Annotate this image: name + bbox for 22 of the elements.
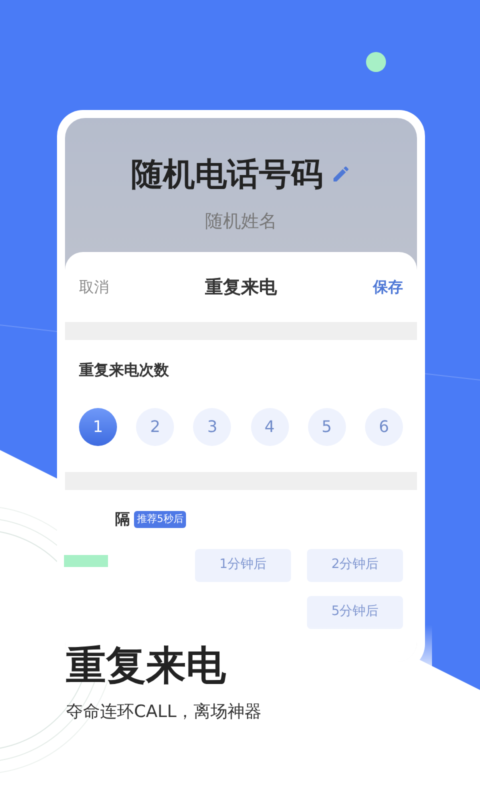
contact-name: 随机电话号码 <box>131 154 323 195</box>
pencil-icon[interactable] <box>331 164 351 184</box>
count-option[interactable]: 5 <box>308 408 346 446</box>
section-label: 隔 <box>115 509 130 530</box>
count-option[interactable]: 1 <box>79 408 117 446</box>
count-option[interactable]: 2 <box>136 408 174 446</box>
cancel-button[interactable]: 取消 <box>79 276 109 298</box>
dot-decoration <box>366 52 386 72</box>
promo-subtitle: 夺命连环CALL，离场神器 <box>66 701 262 724</box>
section-label: 重复来电次数 <box>79 361 169 379</box>
count-option[interactable]: 4 <box>250 408 289 446</box>
recommend-badge: 推荐5秒后 <box>134 510 186 528</box>
accent-bar <box>64 555 108 567</box>
promo-title: 重复来电 <box>66 646 227 686</box>
save-button[interactable]: 保存 <box>373 276 403 298</box>
contact-subtitle: 随机姓名 <box>205 210 277 234</box>
count-option[interactable]: 3 <box>193 408 232 446</box>
sheet-title: 重复来电 <box>205 276 277 300</box>
interval-option[interactable]: 2分钟后 <box>307 548 403 582</box>
interval-option[interactable]: 1分钟后 <box>195 548 291 582</box>
count-option[interactable]: 6 <box>364 408 403 446</box>
interval-option[interactable]: 5分钟后 <box>307 596 403 628</box>
